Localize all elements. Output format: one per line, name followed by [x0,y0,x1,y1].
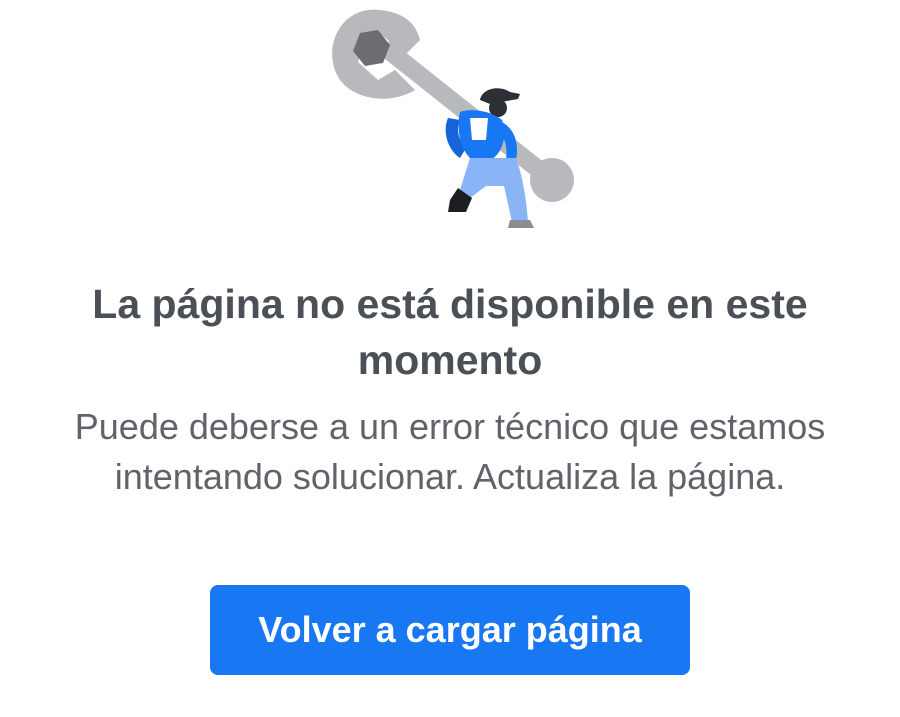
mechanic-wrench-illustration [320,0,590,240]
reload-page-button[interactable]: Volver a cargar página [210,585,690,675]
wrench-icon [332,9,574,228]
error-page: La página no está disponible en este mom… [0,0,900,717]
error-description: Puede deberse a un error técnico que est… [74,406,826,497]
error-title: La página no está disponible en este mom… [92,281,808,383]
